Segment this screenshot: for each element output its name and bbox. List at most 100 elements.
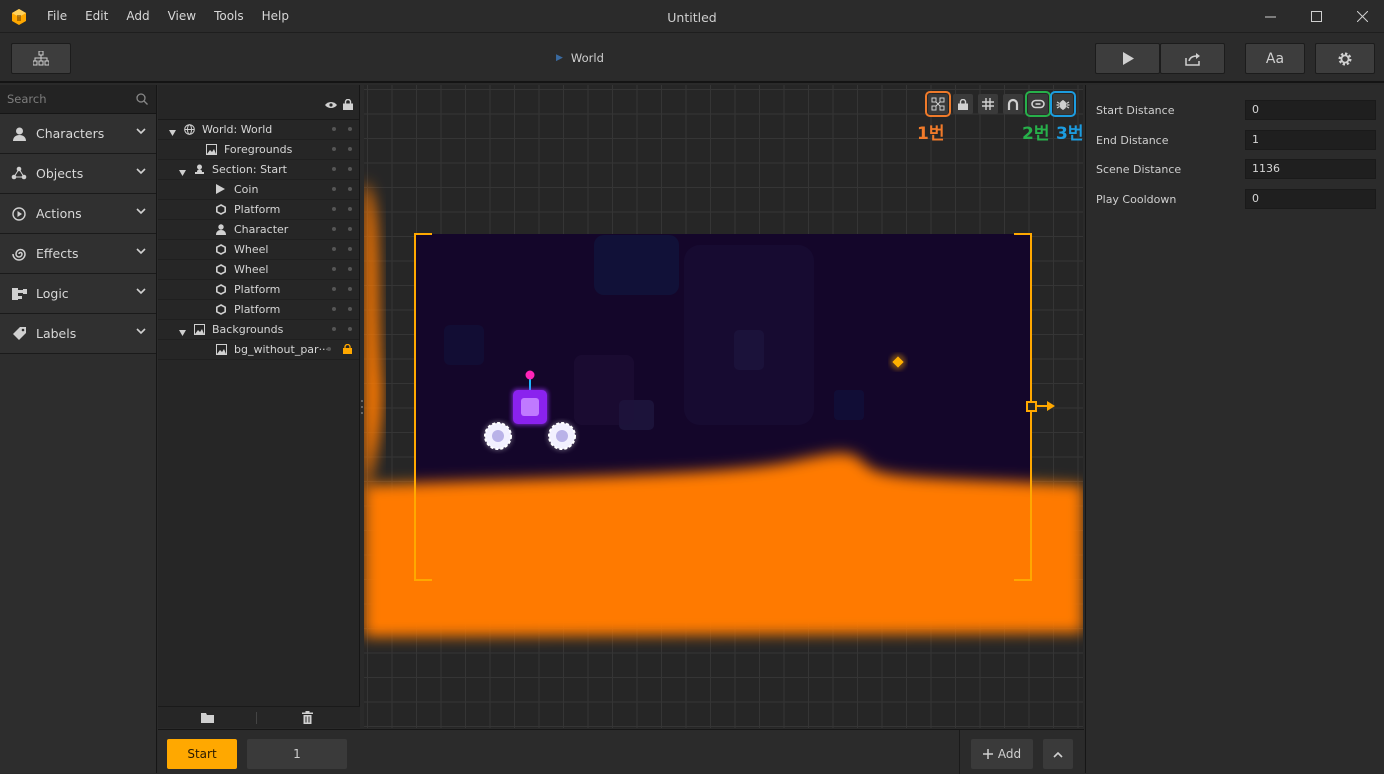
scene-distance-field[interactable]: 1136 bbox=[1245, 159, 1376, 179]
section-extend-arrow-head bbox=[1047, 401, 1055, 411]
expand-sections-button[interactable] bbox=[1043, 739, 1073, 769]
visibility-dot[interactable] bbox=[327, 347, 331, 351]
row-toggles bbox=[332, 267, 352, 271]
scene-canvas[interactable] bbox=[364, 85, 1083, 728]
visibility-dot[interactable] bbox=[332, 187, 336, 191]
expand-caret-icon[interactable] bbox=[179, 326, 186, 339]
tree-item[interactable]: Foregrounds bbox=[158, 140, 359, 160]
category-logic[interactable]: Logic bbox=[0, 274, 156, 314]
settings-button[interactable] bbox=[1315, 43, 1375, 74]
folder-icon[interactable] bbox=[201, 712, 214, 723]
menu-edit[interactable]: Edit bbox=[76, 0, 117, 33]
lock-icon[interactable] bbox=[343, 99, 353, 110]
link-toggle-button[interactable] bbox=[1025, 91, 1051, 117]
lock-dot[interactable] bbox=[348, 227, 352, 231]
lock-dot[interactable] bbox=[348, 287, 352, 291]
hierarchy-button[interactable] bbox=[11, 43, 71, 74]
tree-item[interactable]: Platform bbox=[158, 280, 359, 300]
add-section-label: Add bbox=[997, 747, 1022, 761]
chevron-up-icon bbox=[1053, 751, 1063, 758]
breadcrumb-world[interactable]: World bbox=[571, 51, 604, 65]
visibility-dot[interactable] bbox=[332, 167, 336, 171]
tree-item[interactable]: Section: Start bbox=[158, 160, 359, 180]
snap-toggle-button[interactable] bbox=[1003, 94, 1023, 114]
tree-item-label: Wheel bbox=[234, 243, 269, 256]
section-1-button[interactable]: 1 bbox=[247, 739, 347, 769]
share-button[interactable] bbox=[1160, 43, 1225, 74]
tree-item[interactable]: bg_without_par··· bbox=[158, 340, 359, 360]
hexagon-icon bbox=[216, 304, 226, 315]
menu-tools[interactable]: Tools bbox=[205, 0, 253, 33]
section-start-button[interactable]: Start bbox=[167, 739, 237, 769]
category-actions[interactable]: Actions bbox=[0, 194, 156, 234]
lock-dot[interactable] bbox=[348, 307, 352, 311]
menu-view[interactable]: View bbox=[159, 0, 205, 33]
eye-icon[interactable] bbox=[325, 101, 337, 109]
tree-item[interactable]: Platform bbox=[158, 200, 359, 220]
lock-dot[interactable] bbox=[348, 207, 352, 211]
lock-dot[interactable] bbox=[348, 167, 352, 171]
character-face bbox=[521, 398, 539, 416]
tree-item[interactable]: Coin bbox=[158, 180, 359, 200]
tree-item-label: Backgrounds bbox=[212, 323, 284, 336]
close-icon bbox=[1356, 11, 1368, 22]
tree-item[interactable]: Backgrounds bbox=[158, 320, 359, 340]
tag-icon bbox=[11, 326, 27, 342]
lock-dot[interactable] bbox=[348, 247, 352, 251]
tree-item[interactable]: Wheel bbox=[158, 260, 359, 280]
category-characters[interactable]: Characters bbox=[0, 114, 156, 154]
person-icon bbox=[11, 126, 27, 142]
menu-file[interactable]: File bbox=[38, 0, 76, 33]
category-effects[interactable]: Effects bbox=[0, 234, 156, 274]
lock-dot[interactable] bbox=[348, 267, 352, 271]
expand-caret-icon[interactable] bbox=[179, 166, 186, 179]
visibility-dot[interactable] bbox=[332, 147, 336, 151]
category-objects[interactable]: Objects bbox=[0, 154, 156, 194]
visibility-dot[interactable] bbox=[332, 247, 336, 251]
tree-item[interactable]: Character bbox=[158, 220, 359, 240]
lock-dot[interactable] bbox=[348, 127, 352, 131]
add-section-button[interactable]: Add bbox=[971, 739, 1033, 769]
start-distance-field[interactable]: 0 bbox=[1245, 100, 1376, 120]
debug-toggle-button[interactable] bbox=[1050, 91, 1076, 117]
play-button[interactable] bbox=[1095, 43, 1160, 74]
visibility-dot[interactable] bbox=[332, 307, 336, 311]
visibility-dot[interactable] bbox=[332, 327, 336, 331]
section-resize-handle[interactable] bbox=[1026, 401, 1037, 412]
trash-icon[interactable] bbox=[302, 711, 313, 724]
play-cooldown-field[interactable]: 0 bbox=[1245, 189, 1376, 209]
section-icon bbox=[194, 164, 205, 175]
lock-dot[interactable] bbox=[348, 327, 352, 331]
hierarchy-icon bbox=[33, 51, 49, 66]
fit-view-button[interactable] bbox=[925, 91, 951, 117]
hexagon-icon bbox=[216, 244, 226, 255]
globe-icon bbox=[184, 124, 195, 135]
share-icon bbox=[1184, 52, 1200, 66]
menu-add[interactable]: Add bbox=[117, 0, 158, 33]
lock-dot[interactable] bbox=[348, 187, 352, 191]
tree-item[interactable]: Wheel bbox=[158, 240, 359, 260]
visibility-dot[interactable] bbox=[332, 287, 336, 291]
end-distance-field[interactable]: 1 bbox=[1245, 130, 1376, 150]
visibility-dot[interactable] bbox=[332, 207, 336, 211]
tree-item-label: Character bbox=[234, 223, 289, 236]
visibility-dot[interactable] bbox=[332, 267, 336, 271]
lock-toggle-button[interactable] bbox=[953, 94, 973, 114]
grid-toggle-button[interactable] bbox=[978, 94, 998, 114]
visibility-dot[interactable] bbox=[332, 127, 336, 131]
visibility-dot[interactable] bbox=[332, 227, 336, 231]
properties-panel: Start Distance 0 End Distance 1 Scene Di… bbox=[1085, 85, 1384, 773]
lock-dot[interactable] bbox=[348, 147, 352, 151]
maximize-button[interactable] bbox=[1293, 0, 1339, 33]
minimize-button[interactable] bbox=[1247, 0, 1293, 33]
scene-view bbox=[364, 180, 1083, 637]
expand-caret-icon[interactable] bbox=[169, 126, 176, 139]
lock-icon[interactable] bbox=[343, 344, 352, 354]
menu-help[interactable]: Help bbox=[253, 0, 298, 33]
tree-item[interactable]: World: World bbox=[158, 120, 359, 140]
font-button[interactable]: Aa bbox=[1245, 43, 1305, 74]
close-button[interactable] bbox=[1339, 0, 1384, 33]
tree-item[interactable]: Platform bbox=[158, 300, 359, 320]
category-labels[interactable]: Labels bbox=[0, 314, 156, 354]
search-input[interactable] bbox=[0, 85, 130, 113]
